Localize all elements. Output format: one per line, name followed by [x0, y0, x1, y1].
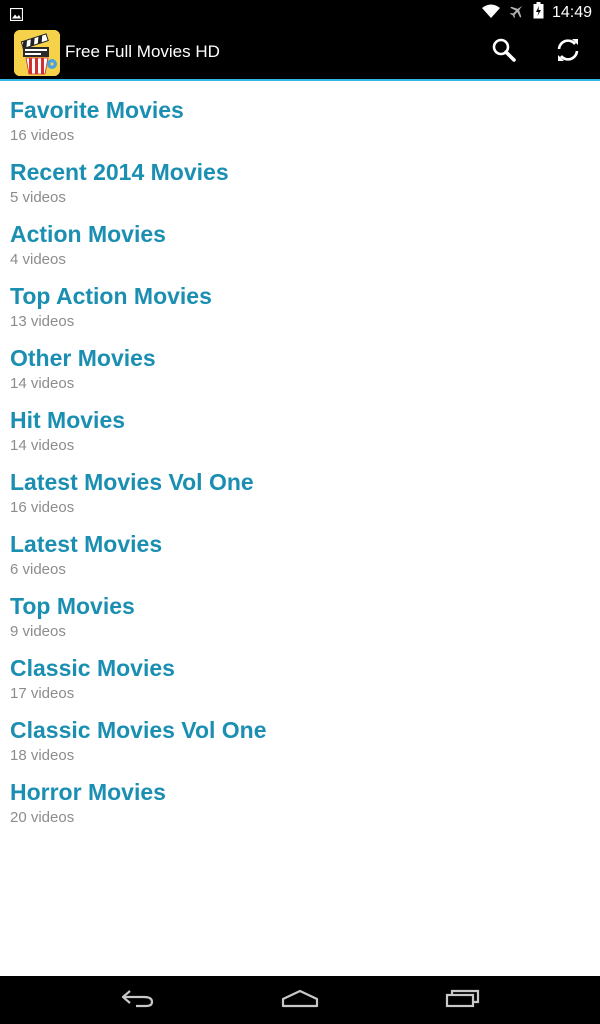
recents-button[interactable]: [423, 976, 503, 1024]
playlist-list: Favorite Movies 16 videos Recent 2014 Mo…: [0, 81, 600, 839]
list-item-top-movies[interactable]: Top Movies 9 videos: [0, 591, 600, 653]
list-item-count: 17 videos: [10, 685, 75, 702]
navigation-bar: [0, 976, 600, 1024]
status-clock: 14:49: [551, 3, 592, 21]
list-item-title: Top Action Movies: [10, 283, 212, 309]
back-button[interactable]: [98, 976, 178, 1024]
list-item-count: 4 videos: [10, 251, 66, 268]
list-item-count: 5 videos: [10, 189, 66, 206]
list-item-title: Recent 2014 Movies: [10, 159, 229, 185]
list-item-count: 13 videos: [10, 313, 75, 330]
list-item-count: 16 videos: [10, 127, 75, 144]
list-item-count: 9 videos: [10, 623, 66, 640]
list-item-title: Top Movies: [10, 593, 135, 619]
list-item-count: 6 videos: [10, 561, 66, 578]
airplane-mode-icon: [509, 3, 525, 23]
list-item-hit-movies[interactable]: Hit Movies 14 videos: [0, 405, 600, 467]
list-item-latest-movies-vol-one[interactable]: Latest Movies Vol One 16 videos: [0, 467, 600, 529]
list-item-latest-movies[interactable]: Latest Movies 6 videos: [0, 529, 600, 591]
list-item-other-movies[interactable]: Other Movies 14 videos: [0, 343, 600, 405]
list-item-title: Hit Movies: [10, 407, 126, 433]
list-item-classic-movies-vol-one[interactable]: Classic Movies Vol One 18 videos: [0, 715, 600, 777]
battery-icon: [533, 2, 544, 23]
list-item-title: Classic Movies Vol One: [10, 717, 267, 743]
home-button[interactable]: [260, 976, 340, 1024]
list-item-favorite-movies[interactable]: Favorite Movies 16 videos: [0, 95, 600, 157]
refresh-button[interactable]: [540, 25, 596, 79]
list-item-count: 14 videos: [10, 375, 75, 392]
list-item-horror-movies[interactable]: Horror Movies 20 videos: [0, 777, 600, 839]
status-bar: 14:49: [0, 0, 600, 25]
refresh-icon: [555, 37, 581, 67]
list-item-title: Action Movies: [10, 221, 166, 247]
list-item-title: Favorite Movies: [10, 97, 184, 123]
list-item-count: 18 videos: [10, 747, 75, 764]
back-icon: [120, 988, 156, 1012]
list-item-classic-movies[interactable]: Classic Movies 17 videos: [0, 653, 600, 715]
action-bar: Free Full Movies HD: [0, 25, 600, 81]
list-item-count: 14 videos: [10, 437, 75, 454]
recents-icon: [445, 988, 481, 1012]
search-icon: [491, 37, 517, 67]
list-item-top-action-movies[interactable]: Top Action Movies 13 videos: [0, 281, 600, 343]
list-item-title: Latest Movies: [10, 531, 163, 557]
list-item-count: 20 videos: [10, 809, 75, 826]
image-notification-icon: [9, 6, 24, 25]
app-logo-icon: [14, 30, 60, 76]
list-item-action-movies[interactable]: Action Movies 4 videos: [0, 219, 600, 281]
list-item-title: Horror Movies: [10, 779, 166, 805]
home-icon: [281, 988, 319, 1012]
search-button[interactable]: [476, 25, 532, 79]
list-item-count: 16 videos: [10, 499, 75, 516]
list-item-title: Other Movies: [10, 345, 156, 371]
wifi-icon: [481, 3, 501, 23]
list-item-title: Latest Movies Vol One: [10, 469, 254, 495]
app-title: Free Full Movies HD: [65, 42, 220, 61]
list-item-recent-2014-movies[interactable]: Recent 2014 Movies 5 videos: [0, 157, 600, 219]
list-item-title: Classic Movies: [10, 655, 175, 681]
